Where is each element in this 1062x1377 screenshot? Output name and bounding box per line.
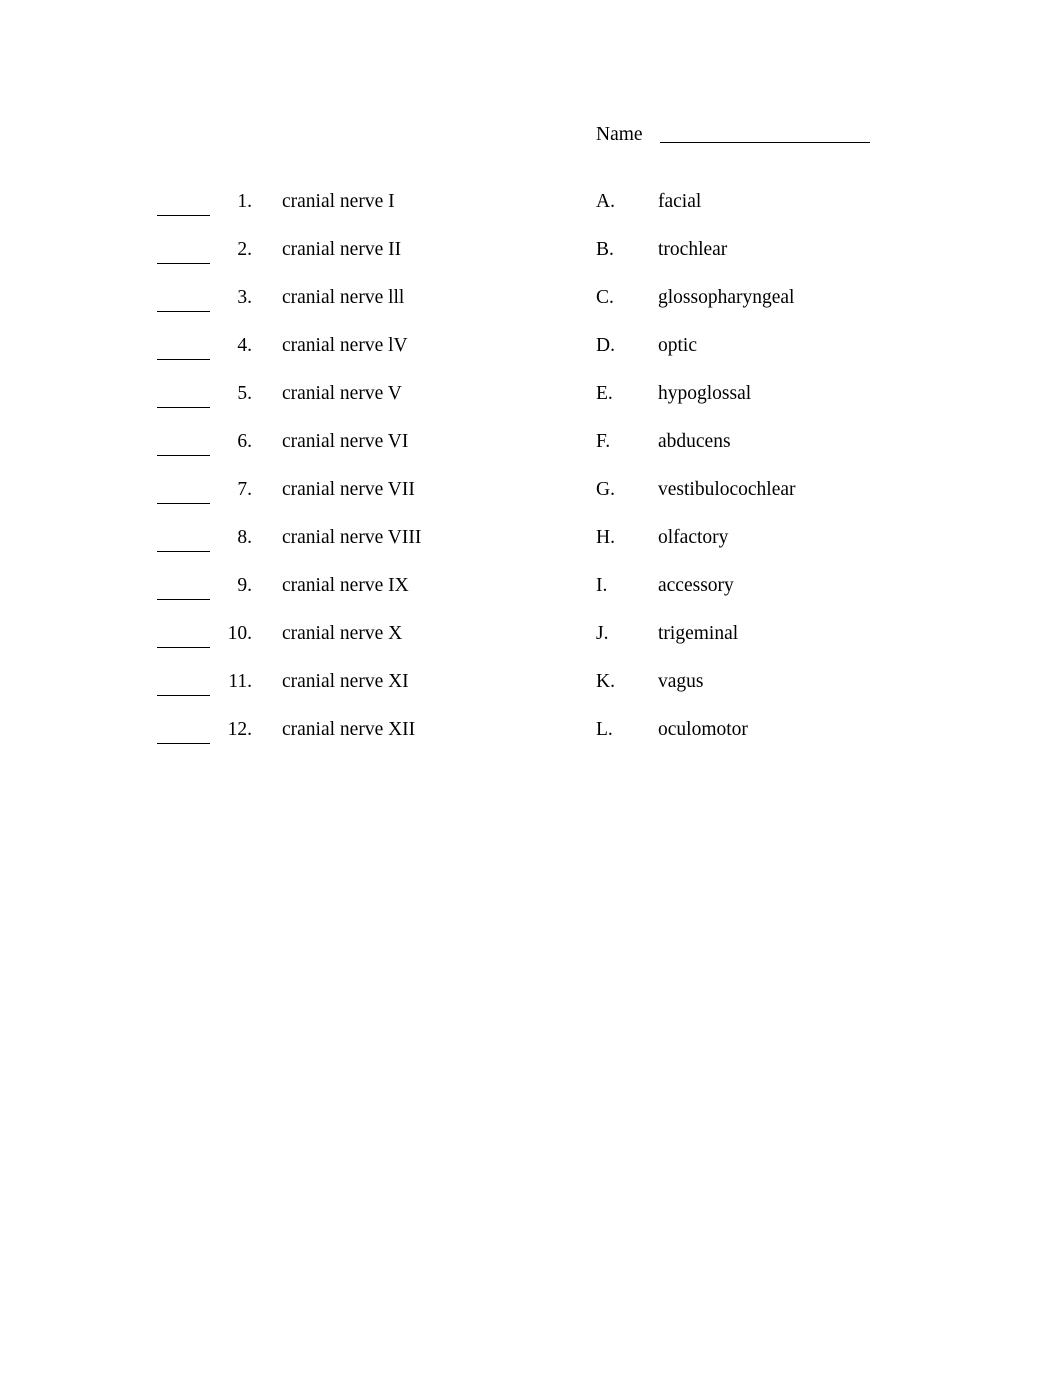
item-label: cranial nerve XI	[282, 671, 409, 692]
answer-blank[interactable]	[157, 695, 210, 696]
item-label: cranial nerve XII	[282, 719, 416, 740]
item-number: 9.	[237, 575, 252, 596]
matching-row: 8. cranial nerve VIII H. olfactory	[0, 528, 1062, 576]
option-label: trigeminal	[658, 623, 739, 644]
option-letter: C.	[596, 287, 614, 308]
item-label: cranial nerve I	[282, 191, 395, 212]
item-number: 1.	[237, 191, 252, 212]
option-letter: E.	[596, 383, 613, 404]
item-number: 4.	[237, 335, 252, 356]
name-label: Name	[596, 124, 643, 145]
item-label: cranial nerve lll	[282, 287, 405, 308]
answer-blank[interactable]	[157, 407, 210, 408]
answer-blank[interactable]	[157, 359, 210, 360]
item-label: cranial nerve V	[282, 383, 402, 404]
matching-row: 1. cranial nerve I A. facial	[0, 192, 1062, 240]
option-label: trochlear	[658, 239, 728, 260]
worksheet-page: Name 1. cranial nerve I A. facial 2. cranial …	[0, 0, 1062, 1377]
matching-row: 2. cranial nerve II B. trochlear	[0, 240, 1062, 288]
name-field-group: Name	[596, 125, 870, 145]
option-letter: A.	[596, 191, 615, 212]
matching-row: 6. cranial nerve VI F. abducens	[0, 432, 1062, 480]
option-letter: F.	[596, 431, 611, 452]
matching-row: 9. cranial nerve IX I. accessory	[0, 576, 1062, 624]
item-number: 6.	[237, 431, 252, 452]
option-letter: K.	[596, 671, 615, 692]
item-number: 8.	[237, 527, 252, 548]
answer-blank[interactable]	[157, 551, 210, 552]
option-label: hypoglossal	[658, 383, 752, 404]
answer-blank[interactable]	[157, 599, 210, 600]
matching-exercise: 1. cranial nerve I A. facial 2. cranial nerve…	[0, 192, 1062, 768]
answer-blank[interactable]	[157, 263, 210, 264]
option-label: glossopharyngeal	[658, 287, 795, 308]
option-letter: I.	[596, 575, 608, 596]
item-number: 11.	[228, 671, 252, 692]
option-letter: J.	[596, 623, 609, 644]
option-label: vagus	[658, 671, 704, 692]
option-letter: B.	[596, 239, 614, 260]
matching-row: 7. cranial nerve VII G. vestibulocochlear	[0, 480, 1062, 528]
item-number: 12.	[227, 719, 252, 740]
option-label: vestibulocochlear	[658, 479, 796, 500]
option-label: optic	[658, 335, 697, 356]
matching-row: 12. cranial nerve XII L. oculomotor	[0, 720, 1062, 768]
item-number: 7.	[237, 479, 252, 500]
matching-row: 11. cranial nerve XI K. vagus	[0, 672, 1062, 720]
item-label: cranial nerve VI	[282, 431, 409, 452]
answer-blank[interactable]	[157, 455, 210, 456]
answer-blank[interactable]	[157, 743, 210, 744]
item-label: cranial nerve II	[282, 239, 402, 260]
item-number: 3.	[237, 287, 252, 308]
matching-row: 3. cranial nerve lll C. glossopharyngeal	[0, 288, 1062, 336]
option-letter: D.	[596, 335, 615, 356]
option-label: facial	[658, 191, 702, 212]
item-label: cranial nerve VIII	[282, 527, 422, 548]
item-number: 5.	[237, 383, 252, 404]
item-label: cranial nerve IX	[282, 575, 409, 596]
option-letter: L.	[596, 719, 613, 740]
item-label: cranial nerve lV	[282, 335, 408, 356]
matching-row: 10. cranial nerve X J. trigeminal	[0, 624, 1062, 672]
item-number: 2.	[237, 239, 252, 260]
option-label: accessory	[658, 575, 734, 596]
item-label: cranial nerve X	[282, 623, 403, 644]
option-letter: G.	[596, 479, 615, 500]
option-label: oculomotor	[658, 719, 748, 740]
answer-blank[interactable]	[157, 311, 210, 312]
option-label: abducens	[658, 431, 731, 452]
matching-row: 5. cranial nerve V E. hypoglossal	[0, 384, 1062, 432]
item-number: 10.	[227, 623, 252, 644]
matching-row: 4. cranial nerve lV D. optic	[0, 336, 1062, 384]
item-label: cranial nerve VII	[282, 479, 415, 500]
answer-blank[interactable]	[157, 503, 210, 504]
option-label: olfactory	[658, 527, 729, 548]
answer-blank[interactable]	[157, 215, 210, 216]
name-write-in-blank[interactable]	[659, 142, 870, 143]
option-letter: H.	[596, 527, 615, 548]
answer-blank[interactable]	[157, 647, 210, 648]
